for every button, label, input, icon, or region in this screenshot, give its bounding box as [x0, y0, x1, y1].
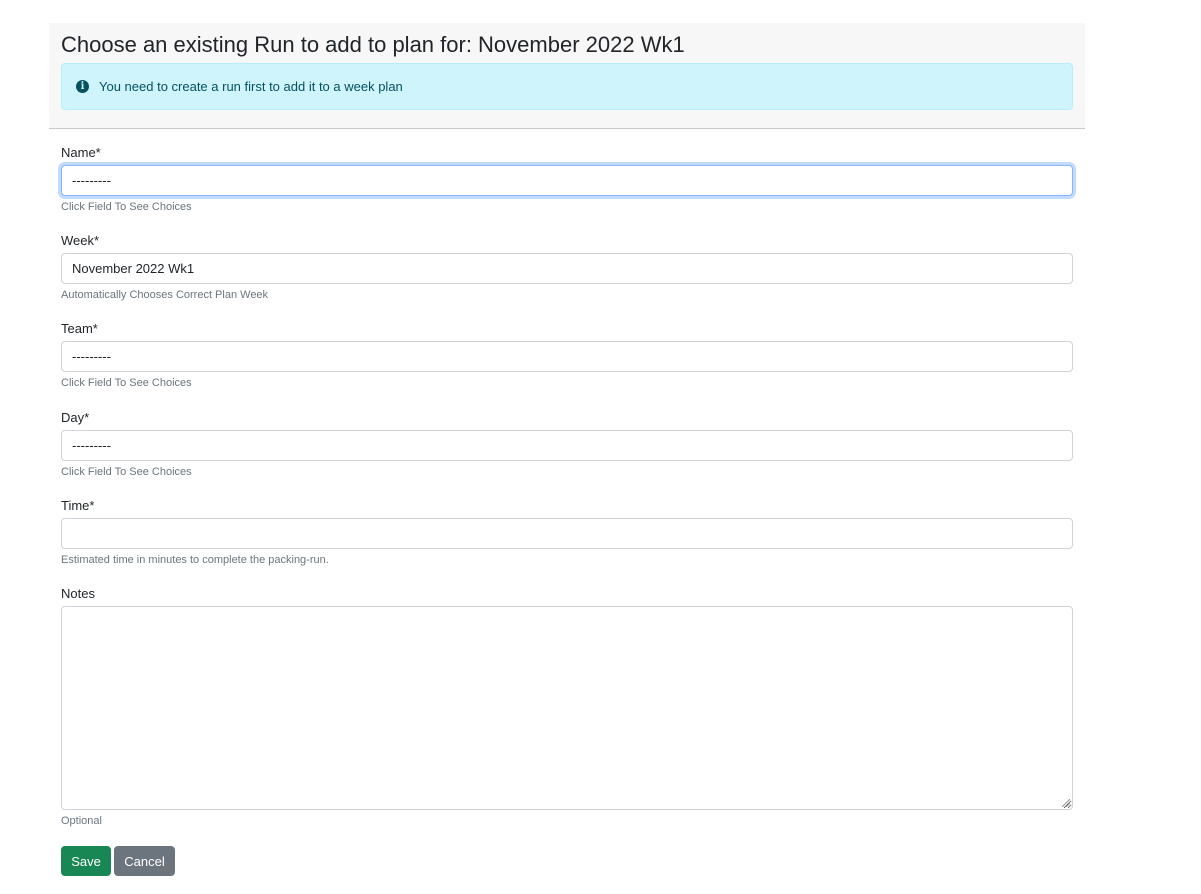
notes-help-text: Optional — [61, 815, 102, 827]
team-label: Team* — [61, 321, 98, 336]
team-help-text: Click Field To See Choices — [61, 377, 192, 389]
notes-field-group: Notes Optional — [61, 586, 1073, 828]
page: Choose an existing Run to add to plan fo… — [0, 0, 1201, 894]
week-label: Week* — [61, 233, 100, 248]
time-field-group: Time* Estimated time in minutes to compl… — [61, 498, 1073, 567]
page-title: Choose an existing Run to add to plan fo… — [61, 32, 685, 57]
week-field-group: Week* November 2022 Wk1 Automatically Ch… — [61, 233, 1073, 302]
info-alert: i You need to create a run first to add … — [61, 63, 1073, 110]
team-select[interactable]: --------- — [61, 341, 1073, 372]
name-help-text: Click Field To See Choices — [61, 201, 192, 213]
name-label: Name* — [61, 145, 101, 160]
day-field-group: Day* --------- Click Field To See Choice… — [61, 410, 1073, 479]
day-label: Day* — [61, 410, 90, 425]
name-field-group: Name* --------- Click Field To See Choic… — [61, 145, 1073, 214]
notes-textarea[interactable] — [61, 606, 1073, 810]
resize-grip-icon[interactable] — [1062, 799, 1070, 807]
time-help-text: Estimated time in minutes to complete th… — [61, 554, 329, 566]
notes-label: Notes — [61, 586, 95, 601]
day-select[interactable]: --------- — [61, 430, 1073, 461]
info-circle-icon: i — [76, 80, 89, 93]
day-help-text: Click Field To See Choices — [61, 466, 192, 478]
name-select[interactable]: --------- — [61, 165, 1073, 196]
time-label: Time* — [61, 498, 95, 513]
save-button[interactable]: Save — [61, 846, 111, 876]
card-header: Choose an existing Run to add to plan fo… — [49, 23, 1085, 129]
notes-wrapper — [61, 606, 1073, 810]
alert-text: You need to create a run first to add it… — [99, 79, 403, 94]
cancel-button[interactable]: Cancel — [114, 846, 175, 876]
team-field-group: Team* --------- Click Field To See Choic… — [61, 321, 1073, 390]
time-input[interactable] — [61, 518, 1073, 549]
week-help-text: Automatically Chooses Correct Plan Week — [61, 289, 269, 301]
week-select[interactable]: November 2022 Wk1 — [61, 253, 1073, 284]
